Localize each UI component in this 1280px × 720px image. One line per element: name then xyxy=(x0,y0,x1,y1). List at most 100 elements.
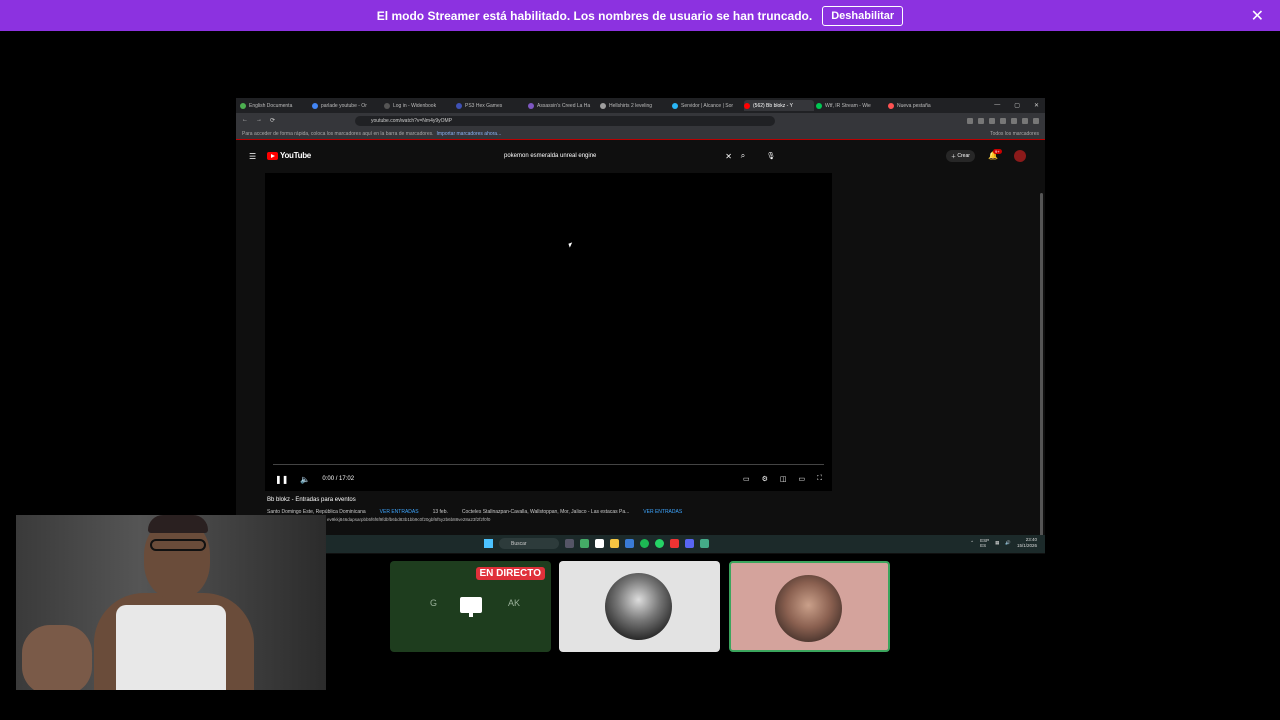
taskview-icon[interactable] xyxy=(565,539,574,548)
url-field[interactable]: youtube.com/watch?v=Nm4y9yOMP xyxy=(355,115,776,126)
menu-icon[interactable] xyxy=(1033,117,1039,124)
video-details: Bb blokz - Entradas para eventos Santo D… xyxy=(267,497,867,522)
tray-chevron-icon[interactable]: ⌃ xyxy=(970,540,974,546)
browser-tab[interactable]: English Documenta xyxy=(240,100,310,111)
participant-avatar xyxy=(775,575,842,642)
browser-tab[interactable]: Assassin's Creed La Ha xyxy=(528,100,598,111)
discord-icon[interactable] xyxy=(685,539,694,548)
event-date: 13 feb. xyxy=(432,509,448,515)
browser-tab[interactable]: Nueva pestaña xyxy=(888,100,958,111)
youtube-logo[interactable]: YouTube xyxy=(267,151,311,160)
reload-icon[interactable]: ⟳ xyxy=(270,117,275,124)
shared-screen: English Documenta parlade youtube - Or L… xyxy=(236,98,1045,554)
extension-icon[interactable] xyxy=(1000,117,1006,124)
tab-favicon-icon xyxy=(672,102,678,109)
banner-message: El modo Streamer está habilitado. Los no… xyxy=(376,8,813,23)
events-title: Bb blokz - Entradas para eventos xyxy=(267,497,356,503)
theater-mode-icon[interactable]: ▭ xyxy=(798,475,805,483)
youtube-favicon-icon xyxy=(744,102,750,109)
bookmarks-bar: Para acceder de forma rápida, coloca los… xyxy=(236,128,1045,140)
browser-tab[interactable]: parlade youtube - Or xyxy=(312,100,382,111)
bookmarks-hint: Para acceder de forma rápida, coloca los… xyxy=(242,130,434,137)
video-time: 0:00 / 17:02 xyxy=(322,476,355,482)
mouse-cursor-icon xyxy=(568,242,574,248)
extension-icon[interactable] xyxy=(1011,117,1017,124)
app-icon[interactable] xyxy=(595,539,604,548)
fullscreen-icon[interactable]: ⛶ xyxy=(817,475,822,483)
browser-tab[interactable]: Wtf, IR Stream - Wie xyxy=(816,100,886,111)
notifications-bell-icon[interactable]: 🔔 9+ xyxy=(988,149,1002,160)
tab-favicon-icon xyxy=(888,102,894,109)
search-icon[interactable]: ⌕ xyxy=(736,149,750,163)
see-tickets-link[interactable]: VER ENTRADAS xyxy=(380,509,419,515)
taskbar-search[interactable]: Buscar xyxy=(499,538,559,549)
tab-favicon-icon xyxy=(600,102,606,109)
youtube-page: ☰ YouTube pokemon esmeralda unreal engin… xyxy=(236,141,1045,554)
live-badge: EN DIRECTO xyxy=(475,567,545,580)
search-input[interactable]: pokemon esmeralda unreal engine ✕ xyxy=(504,149,736,163)
extensions-toolbar xyxy=(967,117,1039,124)
forward-icon[interactable]: → xyxy=(256,117,262,124)
tab-favicon-icon xyxy=(456,102,462,109)
clock[interactable]: 23:40 15/1/2026 xyxy=(1017,537,1037,549)
browser-tab[interactable]: Servidor | Alcance | Sor xyxy=(672,100,742,111)
extension-icon[interactable] xyxy=(1022,117,1028,124)
webcam-feed xyxy=(16,515,326,690)
window-controls: — ▢ ✕ xyxy=(994,102,1045,109)
stream-preview-tile[interactable]: G AK EN DIRECTO xyxy=(390,561,551,652)
extension-icon[interactable] xyxy=(967,117,973,124)
all-bookmarks-button[interactable]: Todos los marcadores xyxy=(990,131,1039,137)
volume-tray-icon[interactable]: 🔊 xyxy=(1005,540,1011,546)
close-window-icon[interactable]: ✕ xyxy=(1034,102,1039,109)
windows-taskbar: Buscar ⌃ ESP ES ▦ 🔊 23:40 15/1/2026 xyxy=(236,535,1045,553)
app-icon[interactable] xyxy=(700,539,709,548)
pause-icon[interactable]: ❚❚ xyxy=(275,475,288,484)
microphone-icon[interactable]: 🎙 xyxy=(764,149,778,163)
browser-tab-active[interactable]: (562) Bb blokz - Y xyxy=(744,100,814,111)
video-progress-bar[interactable] xyxy=(273,464,824,465)
extension-icon[interactable] xyxy=(978,117,984,124)
account-avatar[interactable] xyxy=(1014,150,1026,162)
video-player[interactable]: ❚❚ 🔈 0:00 / 17:02 ▭ ⚙ ◫ ▭ ⛶ xyxy=(265,173,832,491)
youtube-play-icon xyxy=(267,151,278,160)
clear-search-icon[interactable]: ✕ xyxy=(725,152,732,161)
extension-icon[interactable] xyxy=(989,117,995,124)
notification-badge: 9+ xyxy=(993,149,1002,154)
settings-gear-icon[interactable]: ⚙ xyxy=(762,475,768,483)
import-bookmarks-link[interactable]: Importar marcadores ahora... xyxy=(437,131,502,137)
whatsapp-icon[interactable] xyxy=(655,539,664,548)
browser-tab[interactable]: Hellshirts 2 leveling xyxy=(600,100,670,111)
tab-favicon-icon xyxy=(816,102,822,109)
player-controls: ❚❚ 🔈 0:00 / 17:02 ▭ ⚙ ◫ ▭ ⛶ xyxy=(265,467,832,491)
maximize-icon[interactable]: ▢ xyxy=(1014,102,1020,109)
system-tray: ⌃ ESP ES ▦ 🔊 23:40 15/1/2026 xyxy=(970,537,1037,549)
streamer-mode-banner: El modo Streamer está habilitado. Los no… xyxy=(0,0,1280,31)
disable-streamer-button[interactable]: Deshabilitar xyxy=(822,5,904,26)
subtitles-icon[interactable]: ▭ xyxy=(743,475,750,483)
browser-tab[interactable]: Log in - Widenbook xyxy=(384,100,454,111)
browser-tab[interactable]: PS3 Hex Games xyxy=(456,100,526,111)
windows-start-icon[interactable] xyxy=(484,539,493,548)
close-icon[interactable]: ✕ xyxy=(1251,6,1264,26)
language-indicator[interactable]: ESP ES xyxy=(980,538,989,548)
miniplayer-icon[interactable]: ◫ xyxy=(780,475,787,483)
browser-tab-bar: English Documenta parlade youtube - Or L… xyxy=(236,98,1045,113)
see-tickets-link-2[interactable]: VER ENTRADAS xyxy=(643,509,682,515)
browser-icon[interactable] xyxy=(670,539,679,548)
folder-icon[interactable] xyxy=(610,539,619,548)
app-icon[interactable] xyxy=(580,539,589,548)
event-venue: Cocteles Stallnazpan-Cavalla, Wallstoppa… xyxy=(461,509,630,515)
participant-tile-speaking[interactable] xyxy=(729,561,890,652)
tab-favicon-icon xyxy=(528,102,534,109)
participant-tile[interactable] xyxy=(559,561,720,652)
minimize-icon[interactable]: — xyxy=(994,102,1000,109)
create-button[interactable]: ＋ Crear xyxy=(946,150,975,162)
app-icon[interactable] xyxy=(625,539,634,548)
event-row: Santo Domingo Este, República Dominicana… xyxy=(267,509,867,515)
spotify-icon[interactable] xyxy=(640,539,649,548)
hamburger-menu-icon[interactable]: ☰ xyxy=(249,152,256,161)
back-icon[interactable]: ← xyxy=(242,117,248,124)
volume-icon[interactable]: 🔈 xyxy=(300,475,310,484)
network-icon[interactable]: ▦ xyxy=(995,540,999,546)
page-scrollbar[interactable] xyxy=(1040,193,1043,543)
